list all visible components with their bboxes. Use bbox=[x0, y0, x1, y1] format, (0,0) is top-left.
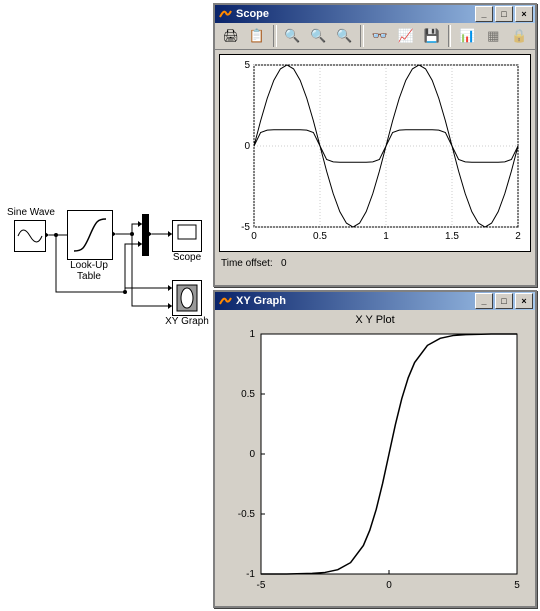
svg-text:1: 1 bbox=[249, 329, 255, 340]
svg-text:0: 0 bbox=[251, 231, 257, 242]
time-offset-value: 0 bbox=[281, 258, 287, 269]
xygraph-title: XY Graph bbox=[236, 295, 473, 307]
close-button[interactable]: × bbox=[515, 6, 533, 22]
minimize-button[interactable]: _ bbox=[475, 6, 493, 22]
svg-text:0: 0 bbox=[386, 580, 392, 591]
scope-toolbar: 🖨 📋 🔍 🔍 🔍 👓 📈 💾 📊 ▦ 🔒 bbox=[215, 23, 535, 50]
autoscale-icon[interactable]: 📈 bbox=[394, 24, 418, 48]
xygraph-chart: -5 0 5 -1 -0.5 0 0.5 1 bbox=[217, 326, 531, 598]
zoom-y-icon[interactable]: 🔍 bbox=[332, 24, 356, 48]
lookup-table-label: Look-Up Table bbox=[60, 260, 118, 282]
svg-text:0.5: 0.5 bbox=[241, 389, 255, 400]
svg-text:0: 0 bbox=[249, 449, 255, 460]
scope-titlebar[interactable]: Scope _ □ × bbox=[215, 5, 535, 23]
lookup-table-block[interactable] bbox=[67, 210, 113, 260]
xygraph-block[interactable] bbox=[172, 280, 202, 316]
maximize-button[interactable]: □ bbox=[495, 293, 513, 309]
scope-window: Scope _ □ × 🖨 📋 🔍 🔍 🔍 👓 📈 💾 📊 ▦ 🔒 0 0.5 1 1… bbox=[213, 3, 537, 287]
svg-text:-5: -5 bbox=[257, 580, 266, 591]
xy-plot-title: X Y Plot bbox=[217, 312, 533, 326]
time-offset-label: Time offset: bbox=[221, 258, 273, 269]
scope-title: Scope bbox=[236, 8, 473, 20]
params-icon[interactable]: 📋 bbox=[245, 24, 269, 48]
scope-plot-area[interactable]: 00.511.52-505 bbox=[219, 54, 531, 252]
float-icon[interactable]: ▦ bbox=[481, 24, 505, 48]
svg-text:1: 1 bbox=[383, 231, 389, 242]
restore-icon[interactable]: 📊 bbox=[455, 24, 479, 48]
lock-icon[interactable]: 🔒 bbox=[507, 24, 531, 48]
scope-block[interactable] bbox=[172, 220, 202, 252]
svg-text:5: 5 bbox=[514, 580, 520, 591]
matlab-icon bbox=[217, 293, 233, 309]
xygraph-block-label: XY Graph bbox=[160, 316, 214, 327]
scope-status: Time offset: 0 bbox=[215, 256, 535, 271]
svg-text:-1: -1 bbox=[246, 569, 255, 580]
svg-text:-5: -5 bbox=[241, 222, 250, 233]
sine-wave-block[interactable] bbox=[14, 220, 46, 252]
xygraph-plot-area[interactable]: X Y Plot -5 0 5 -1 -0.5 0 0.5 1 bbox=[217, 312, 533, 602]
scope-block-label: Scope bbox=[168, 252, 206, 263]
binoculars-icon[interactable]: 👓 bbox=[368, 24, 392, 48]
svg-text:5: 5 bbox=[244, 60, 250, 71]
svg-text:0.5: 0.5 bbox=[313, 231, 327, 242]
close-button[interactable]: × bbox=[515, 293, 533, 309]
svg-text:0: 0 bbox=[244, 141, 250, 152]
svg-text:2: 2 bbox=[515, 231, 521, 242]
scope-chart: 00.511.52-505 bbox=[220, 55, 530, 249]
svg-text:1.5: 1.5 bbox=[445, 231, 459, 242]
zoom-x-icon[interactable]: 🔍 bbox=[306, 24, 330, 48]
save-settings-icon[interactable]: 💾 bbox=[420, 24, 444, 48]
maximize-button[interactable]: □ bbox=[495, 6, 513, 22]
zoom-in-icon[interactable]: 🔍 bbox=[281, 24, 305, 48]
xygraph-window: XY Graph _ □ × X Y Plot -5 0 5 -1 -0.5 0 0.5 1 bbox=[213, 290, 537, 608]
svg-text:-0.5: -0.5 bbox=[238, 509, 256, 520]
sine-wave-label: Sine Wave bbox=[3, 207, 59, 218]
minimize-button[interactable]: _ bbox=[475, 293, 493, 309]
matlab-icon bbox=[217, 6, 233, 22]
print-icon[interactable]: 🖨 bbox=[219, 24, 243, 48]
simulink-diagram: Sine Wave Look-Up Table Scope XY Graph bbox=[0, 200, 210, 400]
xygraph-titlebar[interactable]: XY Graph _ □ × bbox=[215, 292, 535, 310]
